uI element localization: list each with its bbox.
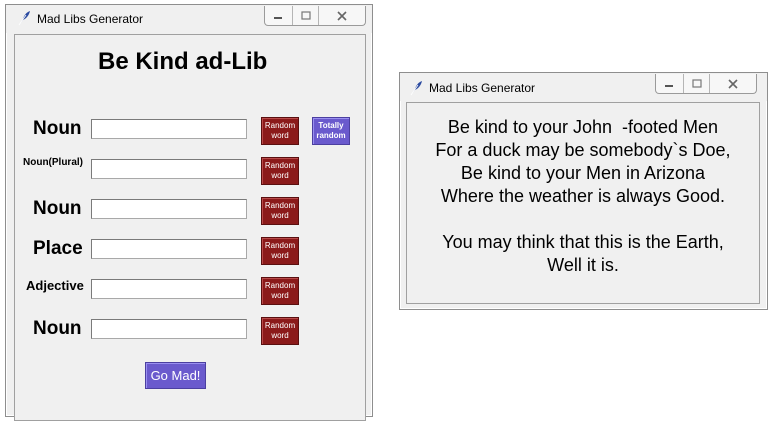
minimize-icon [274, 16, 283, 19]
window-title: Mad Libs Generator [429, 81, 536, 95]
story-line: Well it is. [547, 255, 619, 275]
story-line: You may think that this is the Earth, [442, 232, 724, 252]
field-label-noun-1: Noun [33, 118, 82, 139]
random-word-button-3[interactable]: Random word [261, 197, 299, 225]
result-titlebar[interactable]: Mad Libs Generator [400, 73, 767, 101]
place-input[interactable] [91, 239, 247, 259]
close-button[interactable] [319, 6, 365, 25]
field-label-noun-3: Noun [33, 318, 82, 339]
maximize-icon [691, 78, 702, 88]
random-word-button-5[interactable]: Random word [261, 277, 299, 305]
field-label-place: Place [33, 238, 83, 259]
page-title: Be Kind ad-Lib [98, 48, 268, 75]
noun-input-3[interactable] [91, 319, 247, 339]
story-line: Be kind to your John -footed Men [447, 117, 719, 137]
minimize-button[interactable] [265, 6, 293, 25]
random-word-button-1[interactable]: Random word [261, 117, 299, 145]
window-title: Mad Libs Generator [37, 12, 144, 26]
noun-plural-input[interactable] [91, 159, 247, 179]
field-label-adjective: Adjective [26, 278, 84, 293]
close-button[interactable] [710, 74, 756, 93]
random-word-button-2[interactable]: Random word [261, 157, 299, 185]
noun-input-2[interactable] [91, 199, 247, 219]
field-label-noun-plural: Noun(Plural) [23, 157, 83, 168]
generator-titlebar[interactable]: Mad Libs Generator [6, 5, 372, 33]
story-line: For a duck may be somebody`s Doe, [435, 140, 731, 160]
minimize-icon [665, 84, 674, 87]
totally-random-button[interactable]: Totally random [312, 117, 350, 145]
adjective-input[interactable] [91, 279, 247, 299]
feather-icon [18, 11, 30, 26]
story-blank-line [407, 208, 759, 231]
noun-input-1[interactable] [91, 119, 247, 139]
close-icon [728, 78, 738, 89]
story-text: Be kind to your John -footed Men For a d… [407, 116, 759, 277]
result-window: Mad Libs Generator Be kind to your John … [399, 72, 768, 310]
maximize-icon [300, 10, 311, 20]
maximize-button[interactable] [684, 74, 711, 93]
close-icon [337, 10, 347, 21]
go-mad-button[interactable]: Go Mad! [145, 362, 206, 389]
story-line: Where the weather is always Good. [440, 186, 726, 206]
field-label-noun-2: Noun [33, 198, 82, 219]
window-controls [264, 6, 366, 26]
random-word-button-4[interactable]: Random word [261, 237, 299, 265]
window-controls [655, 74, 757, 94]
maximize-button[interactable] [293, 6, 320, 25]
feather-icon [410, 81, 422, 96]
random-word-button-6[interactable]: Random word [261, 317, 299, 345]
story-panel: Be kind to your John -footed Men For a d… [406, 102, 760, 304]
story-line: Be kind to your Men in Arizona [460, 163, 706, 183]
minimize-button[interactable] [656, 74, 684, 93]
